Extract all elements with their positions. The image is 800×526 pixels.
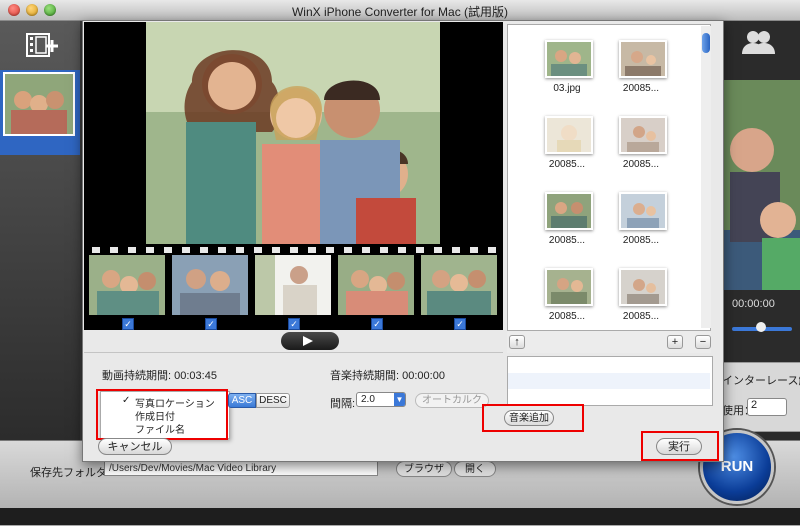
film-perforation [488,247,496,253]
film-perforation [326,247,334,253]
desc-button[interactable]: DESC [256,393,290,408]
film-frame[interactable] [255,255,331,315]
image-thumbnail[interactable] [619,192,667,230]
film-perforation [254,247,262,253]
image-label: 20085... [548,159,586,170]
volume-knob[interactable] [756,322,766,332]
film-perforation [92,247,100,253]
asc-button[interactable]: ASC [228,393,256,408]
preview-image [722,80,800,290]
output-folder-field[interactable]: /Users/Dev/Movies/Mac Video Library [104,460,378,476]
image-thumbnail[interactable] [545,192,593,230]
film-frame[interactable] [172,255,248,315]
remove-image-button[interactable]: − [695,335,711,349]
film-perforation [344,247,352,253]
bottom-strip [0,508,800,525]
film-perforation [290,247,298,253]
film-frame[interactable] [89,255,165,315]
audio-duration: 音楽持続期間: 00:00:00 [330,370,445,382]
frame-checkbox[interactable]: ✓ [122,318,134,330]
film-perforation [380,247,388,253]
film-perforation [272,247,280,253]
image-thumbnail[interactable] [619,40,667,78]
time-readout: 00:00:00 [732,298,775,310]
video-duration: 動画持続期間: 00:03:45 [102,370,217,382]
image-thumbnail[interactable] [619,116,667,154]
film-perforation [470,247,478,253]
film-perforation [200,247,208,253]
film-perforation [308,247,316,253]
film-perforation [236,247,244,253]
scroll-thumb[interactable] [702,33,710,53]
film-perforation [128,247,136,253]
film-frame[interactable] [421,255,497,315]
image-thumbnail[interactable] [545,116,593,154]
image-label: 20085... [622,311,660,322]
cancel-button[interactable]: キャンセル [98,438,172,455]
annotation-highlight [641,431,719,461]
image-thumbnail[interactable] [545,40,593,78]
image-label: 20085... [622,83,660,94]
film-frame[interactable] [338,255,414,315]
frame-checkbox[interactable]: ✓ [454,318,466,330]
chevron-down-icon[interactable]: ▼ [394,393,405,406]
film-perforation [110,247,118,253]
interval-label: 間隔: [330,398,356,410]
film-perforation [218,247,226,253]
scrollbar[interactable] [701,26,711,328]
browse-button[interactable]: ブラウザ [396,461,452,477]
image-label: 03.jpg [553,83,581,94]
family-photo [146,22,440,244]
film-perforation [146,247,154,253]
film-perforation [362,247,370,253]
auto-calc-button[interactable]: オートカルク [415,393,489,408]
window-title: WinX iPhone Converter for Mac (試用版) [291,5,509,19]
threads-value: 2 [751,399,758,411]
output-folder-label: 保存先フォルダ: [30,467,111,479]
film-perforation [398,247,406,253]
music-list-row[interactable] [508,373,710,389]
video-thumbnail[interactable] [3,72,75,136]
image-label: 20085... [622,159,660,170]
deinterlace-label: インターレース解除 [722,375,800,387]
add-video-icon[interactable] [25,30,59,60]
image-thumbnail[interactable] [619,268,667,306]
open-button[interactable]: 開く [454,461,496,477]
annotation-highlight [96,389,228,440]
divider [84,352,503,353]
film-perforation [416,247,424,253]
image-list [507,24,711,331]
film-perforation [434,247,442,253]
annotation-highlight [482,404,584,432]
image-label: 20085... [548,235,586,246]
image-thumbnail[interactable] [545,268,593,306]
frame-checkbox[interactable]: ✓ [288,318,300,330]
threads-select[interactable]: 2 [747,398,787,416]
film-perforation [182,247,190,253]
photo-preview [84,22,503,244]
play-icon [303,336,313,346]
film-perforation [164,247,172,253]
image-label: 20085... [548,311,586,322]
image-label: 20085... [622,235,660,246]
move-up-button[interactable]: ↑ [509,335,525,349]
film-perforation [452,247,460,253]
frame-checkbox[interactable]: ✓ [371,318,383,330]
frame-checkbox[interactable]: ✓ [205,318,217,330]
people-icon[interactable] [740,28,776,56]
add-image-button[interactable]: + [667,335,683,349]
